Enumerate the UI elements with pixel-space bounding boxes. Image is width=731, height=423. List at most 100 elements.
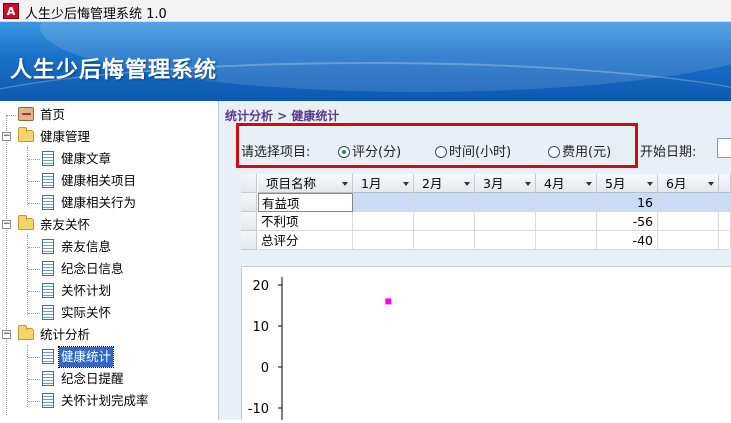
select-project-label: 请选择项目: <box>241 145 311 160</box>
folder-open-icon <box>18 215 34 230</box>
radio-unchecked-icon <box>435 146 447 158</box>
collapse-toggle-health[interactable]: − <box>2 132 11 141</box>
sidebar-item-health-articles[interactable]: 健康文章 <box>42 149 113 169</box>
table-cell[interactable] <box>414 193 475 212</box>
row-header[interactable] <box>241 231 257 250</box>
health-chart-panel: 20 10 0 -10 <box>241 266 731 420</box>
document-icon <box>42 173 54 188</box>
table-cell[interactable]: -40 <box>597 231 658 250</box>
sidebar-item-health-stats[interactable]: 健康统计 <box>42 346 115 368</box>
table-cell[interactable] <box>475 231 536 250</box>
tree-line <box>28 181 40 182</box>
dropdown-arrow-icon[interactable] <box>403 182 409 186</box>
radio-unchecked-icon <box>548 146 560 158</box>
table-cell[interactable] <box>353 231 414 250</box>
tree-line <box>28 401 40 402</box>
radio-score[interactable]: 评分(分) <box>338 141 401 160</box>
collapse-toggle-family[interactable]: − <box>2 220 11 229</box>
sidebar-item-health-behaviors[interactable]: 健康相关行为 <box>42 193 138 213</box>
table-cell[interactable] <box>658 212 719 231</box>
table-cell[interactable] <box>658 231 719 250</box>
column-header-apr[interactable]: 4月 <box>536 174 597 193</box>
sidebar-item-care-completion-rate[interactable]: 关怀计划完成率 <box>42 391 151 411</box>
table-cell[interactable] <box>414 212 475 231</box>
column-header-overflow <box>719 174 731 193</box>
folder-open-icon <box>18 127 34 142</box>
table-cell[interactable] <box>536 212 597 231</box>
table-cell[interactable] <box>719 212 731 231</box>
dropdown-arrow-icon[interactable] <box>525 182 531 186</box>
document-icon <box>42 261 54 276</box>
sidebar-item-care-plan[interactable]: 关怀计划 <box>42 281 113 301</box>
document-icon <box>42 305 54 320</box>
tree-line <box>28 269 40 270</box>
column-header-feb[interactable]: 2月 <box>414 174 475 193</box>
tree-line <box>6 115 16 116</box>
sidebar-item-anniversary-reminder[interactable]: 纪念日提醒 <box>42 369 126 389</box>
row-header[interactable] <box>241 193 257 212</box>
radio-checked-icon <box>338 146 350 158</box>
tree-line <box>6 115 7 415</box>
table-cell[interactable] <box>719 193 731 212</box>
sidebar-item-actual-care[interactable]: 实际关怀 <box>42 303 113 323</box>
tree-line <box>28 379 40 380</box>
document-icon <box>42 393 54 408</box>
column-header-mar[interactable]: 3月 <box>475 174 536 193</box>
sidebar-item-family-info[interactable]: 亲友信息 <box>42 237 113 257</box>
column-header-may[interactable]: 5月 <box>597 174 658 193</box>
document-icon <box>42 151 54 166</box>
dropdown-arrow-icon[interactable] <box>342 182 348 186</box>
home-icon <box>18 107 34 121</box>
tree-line <box>28 159 40 160</box>
table-cell[interactable]: -56 <box>597 212 658 231</box>
y-tick-label: 0 <box>261 361 269 376</box>
health-chart: 20 10 0 -10 <box>248 277 392 420</box>
document-icon <box>42 283 54 298</box>
table-cell[interactable] <box>353 212 414 231</box>
sidebar-item-health-projects[interactable]: 健康相关项目 <box>42 171 138 191</box>
radio-cost[interactable]: 费用(元) <box>548 141 611 160</box>
radio-time[interactable]: 时间(小时) <box>435 141 511 160</box>
table-cell[interactable]: 有益项 <box>258 193 353 212</box>
table-cell[interactable] <box>414 231 475 250</box>
sidebar-tree: 首页 − 健康管理 健康文章 健康相关项目 健康相关行为 − 亲友关怀 亲友信息… <box>0 101 219 420</box>
column-header-name[interactable]: 项目名称 <box>258 174 353 193</box>
sidebar-item-home[interactable]: 首页 <box>18 105 67 125</box>
tree-line <box>28 313 40 314</box>
sidebar-group-family[interactable]: 亲友关怀 <box>18 215 92 235</box>
y-tick-label: 20 <box>252 279 269 294</box>
table-cell[interactable]: 16 <box>597 193 658 212</box>
data-point <box>385 298 392 305</box>
document-icon <box>42 239 54 254</box>
table-cell[interactable] <box>536 193 597 212</box>
dropdown-arrow-icon[interactable] <box>708 182 714 186</box>
table-cell[interactable]: 总评分 <box>258 231 353 250</box>
sidebar-item-anniversary-info[interactable]: 纪念日信息 <box>42 259 126 279</box>
column-header-jan[interactable]: 1月 <box>353 174 414 193</box>
table-cell[interactable] <box>536 231 597 250</box>
tree-line <box>28 357 40 358</box>
collapse-toggle-stats[interactable]: − <box>2 330 11 339</box>
start-date-label: 开始日期: <box>640 145 697 160</box>
table-cell[interactable] <box>353 193 414 212</box>
sidebar-group-stats[interactable]: 统计分析 <box>18 325 92 345</box>
table-cell[interactable] <box>658 193 719 212</box>
dropdown-arrow-icon[interactable] <box>464 182 470 186</box>
start-date-input[interactable] <box>717 138 731 158</box>
stats-grid: 项目名称 1月 2月 3月 4月 5月 6月 有益项 16 不利项 -56 总评… <box>241 174 731 250</box>
table-cell[interactable]: 不利项 <box>258 212 353 231</box>
document-icon <box>42 371 54 386</box>
table-cell[interactable] <box>475 212 536 231</box>
sidebar-group-health[interactable]: 健康管理 <box>18 127 92 147</box>
main-panel: 统计分析 > 健康统计 请选择项目: 评分(分) 时间(小时) 费用(元) 开始… <box>219 101 731 420</box>
table-cell[interactable] <box>475 193 536 212</box>
table-cell[interactable] <box>719 231 731 250</box>
tree-line <box>28 291 40 292</box>
dropdown-arrow-icon[interactable] <box>586 182 592 186</box>
document-edit-icon <box>42 349 54 364</box>
dropdown-arrow-icon[interactable] <box>647 182 653 186</box>
column-header-jun[interactable]: 6月 <box>658 174 719 193</box>
row-header[interactable] <box>241 212 257 231</box>
tree-line <box>27 345 28 407</box>
tree-line <box>28 203 40 204</box>
